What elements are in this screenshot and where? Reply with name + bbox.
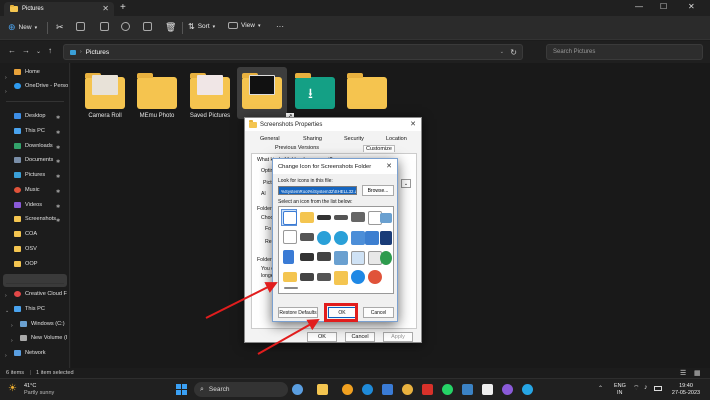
search-label: Search — [208, 386, 230, 393]
weather-temp[interactable]: 41°C — [24, 383, 36, 390]
speaker-icon[interactable]: ♪ — [644, 384, 648, 391]
telegram-icon[interactable] — [462, 384, 473, 395]
language-top[interactable]: ENG — [614, 383, 626, 390]
start-button[interactable] — [176, 384, 187, 395]
clock-time[interactable]: 19:40 — [672, 383, 700, 390]
app-icon[interactable] — [342, 384, 353, 395]
language-bottom[interactable]: IN — [617, 390, 623, 397]
weather-desc[interactable]: Partly sunny — [24, 390, 54, 397]
chrome-icon[interactable] — [402, 384, 413, 395]
taskbar: ☀ 41°C Partly sunny ⌕ Search ⌃ ENG IN ⌔ … — [0, 378, 710, 400]
weather-icon[interactable]: ☀ — [8, 383, 17, 394]
clock-date[interactable]: 27-05-2023 — [670, 390, 702, 397]
notion-icon[interactable] — [482, 384, 493, 395]
annotation-arrows — [205, 282, 320, 355]
teams-icon[interactable] — [292, 384, 303, 395]
mail-icon[interactable] — [422, 384, 433, 395]
file-explorer-icon[interactable] — [317, 384, 328, 395]
battery-icon[interactable] — [654, 386, 662, 391]
tray-overflow-icon[interactable]: ⌃ — [598, 385, 603, 392]
firefox-icon[interactable] — [502, 384, 513, 395]
arrow-to-ok-button — [257, 319, 320, 355]
arrow-to-icon-list — [205, 282, 278, 319]
taskbar-search[interactable]: ⌕ Search — [194, 382, 288, 397]
edge-icon[interactable] — [362, 384, 373, 395]
search-icon: ⌕ — [200, 385, 204, 393]
app-icon[interactable] — [522, 384, 533, 395]
whatsapp-icon[interactable] — [442, 384, 453, 395]
wifi-icon[interactable]: ⌔ — [633, 384, 640, 393]
store-icon[interactable] — [382, 384, 393, 395]
